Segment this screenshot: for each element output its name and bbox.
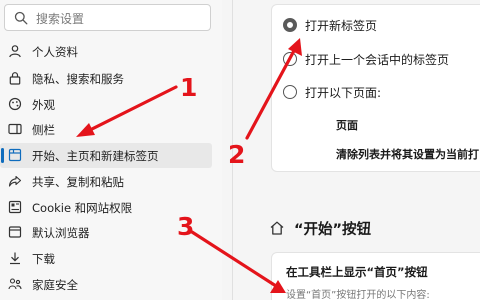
annotation-arrow-3 [190, 230, 278, 288]
annotation-arrowhead-2 [288, 38, 302, 56]
annotation-number-1: 1 [180, 73, 198, 102]
annotation-arrow-1 [82, 85, 178, 135]
annotation-arrow-2 [245, 45, 298, 140]
annotation-number-3: 3 [177, 212, 195, 241]
annotation-number-2: 2 [228, 140, 246, 169]
annotation-arrowhead-1 [76, 123, 95, 137]
